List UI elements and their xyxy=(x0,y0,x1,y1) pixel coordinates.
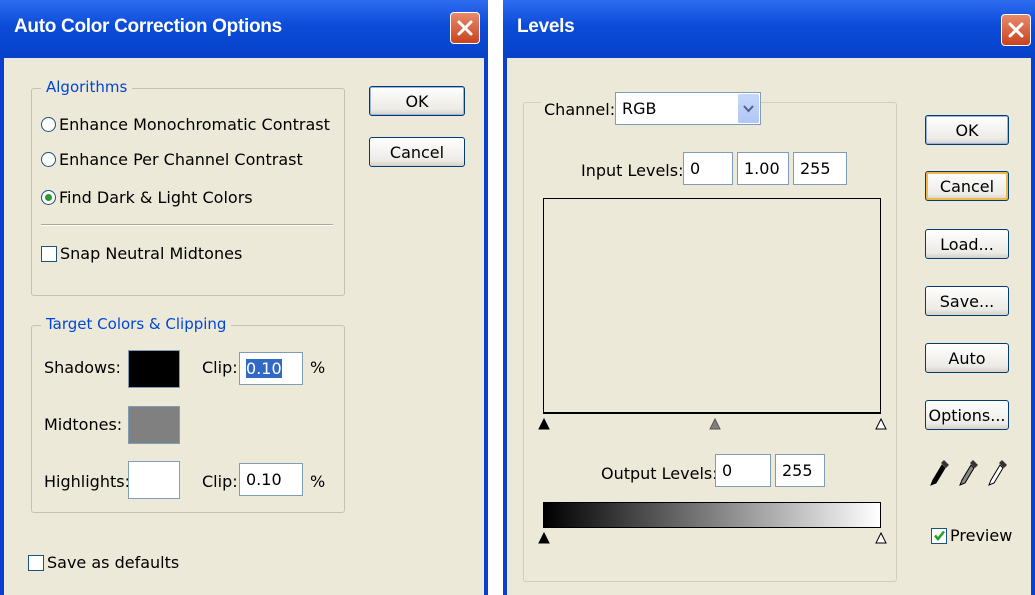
checkbox-label: Preview xyxy=(950,526,1013,545)
highlights-clip-label: Clip: xyxy=(202,472,238,491)
radio-button[interactable] xyxy=(41,117,56,132)
gamma-slider[interactable] xyxy=(709,418,721,430)
highlights-color-swatch[interactable] xyxy=(128,461,180,499)
percent-label: % xyxy=(310,472,326,491)
selected-text: .10 xyxy=(256,359,282,378)
save-as-defaults-checkbox[interactable]: Save as defaults xyxy=(28,553,179,572)
checkmark-icon xyxy=(933,530,945,541)
options-button[interactable]: Options... xyxy=(925,400,1009,430)
title-bar: Levels xyxy=(503,0,1035,58)
radio-button[interactable] xyxy=(41,152,56,167)
save-button[interactable]: Save... xyxy=(925,286,1009,316)
radio-label: Find Dark & Light Colors xyxy=(59,188,253,207)
dialog-title: Auto Color Correction Options xyxy=(14,16,282,37)
radio-label: Enhance Per Channel Contrast xyxy=(59,150,303,169)
close-button[interactable] xyxy=(1001,14,1031,46)
auto-button[interactable]: Auto xyxy=(925,343,1009,373)
gray-eyedropper-icon[interactable] xyxy=(958,458,980,488)
preview-checkbox[interactable]: Preview xyxy=(931,526,1012,545)
black-point-slider[interactable] xyxy=(538,418,550,430)
output-gradient-bar xyxy=(543,502,881,528)
target-colors-legend: Target Colors & Clipping xyxy=(41,315,232,333)
channel-select[interactable]: RGB xyxy=(615,92,761,125)
shadows-clip-label: Clip: xyxy=(202,358,238,377)
shadows-clip-input[interactable]: 0.10 xyxy=(239,352,303,385)
output-black-slider[interactable] xyxy=(538,532,550,544)
output-black-field[interactable]: 0 xyxy=(715,454,771,487)
channel-value: RGB xyxy=(622,99,657,118)
input-white-field[interactable]: 255 xyxy=(793,152,847,185)
black-eyedropper-icon[interactable] xyxy=(929,458,951,488)
percent-label: % xyxy=(310,358,326,377)
chevron-down-icon[interactable] xyxy=(738,94,759,123)
checkbox[interactable] xyxy=(28,554,44,571)
title-bar: Auto Color Correction Options xyxy=(0,0,488,58)
output-white-slider[interactable] xyxy=(875,532,887,544)
close-button[interactable] xyxy=(450,12,480,44)
radio-selected-dot xyxy=(45,194,52,201)
highlights-label: Highlights: xyxy=(44,472,130,491)
checkbox-label: Save as defaults xyxy=(47,553,180,572)
input-gamma-field[interactable]: 1.00 xyxy=(737,152,789,185)
radio-label: Enhance Monochromatic Contrast xyxy=(59,115,330,134)
checkbox-checked[interactable] xyxy=(931,527,947,544)
white-eyedropper-icon[interactable] xyxy=(987,458,1009,488)
levels-dialog: Levels Channel: RGB Input Levels: 0 1.00… xyxy=(503,0,1035,595)
checkbox[interactable] xyxy=(41,245,57,262)
radio-button-selected[interactable] xyxy=(41,190,56,205)
close-icon xyxy=(457,20,473,36)
radio-enhance-per-channel[interactable]: Enhance Per Channel Contrast xyxy=(41,150,303,169)
histogram xyxy=(543,198,881,414)
auto-color-correction-dialog: Auto Color Correction Options Algorithms… xyxy=(0,0,488,595)
ok-button[interactable]: OK xyxy=(369,86,465,116)
midtones-label: Midtones: xyxy=(44,415,123,434)
channel-label: Channel: xyxy=(541,100,619,119)
selected-text: 0 xyxy=(246,359,257,378)
input-levels-label: Input Levels: xyxy=(581,161,684,180)
cancel-button[interactable]: Cancel xyxy=(925,171,1009,201)
radio-enhance-monochromatic[interactable]: Enhance Monochromatic Contrast xyxy=(41,115,330,134)
checkbox-label: Snap Neutral Midtones xyxy=(60,244,243,263)
ok-button[interactable]: OK xyxy=(925,115,1009,145)
radio-find-dark-light[interactable]: Find Dark & Light Colors xyxy=(41,188,253,207)
shadows-label: Shadows: xyxy=(44,358,121,377)
histogram-baseline xyxy=(543,412,881,414)
shadows-color-swatch[interactable] xyxy=(128,350,180,388)
close-icon xyxy=(1008,22,1024,38)
load-button[interactable]: Load... xyxy=(925,229,1009,259)
algorithms-legend: Algorithms xyxy=(41,78,133,96)
dialog-title: Levels xyxy=(517,16,575,37)
white-point-slider[interactable] xyxy=(875,418,887,430)
output-levels-label: Output Levels: xyxy=(601,464,718,483)
cancel-button[interactable]: Cancel xyxy=(369,137,465,167)
snap-neutral-midtones-checkbox[interactable]: Snap Neutral Midtones xyxy=(41,244,242,263)
input-black-field[interactable]: 0 xyxy=(683,152,733,185)
output-white-field[interactable]: 255 xyxy=(775,454,825,487)
separator xyxy=(41,224,333,226)
highlights-clip-input[interactable]: 0.10 xyxy=(239,463,303,496)
midtones-color-swatch[interactable] xyxy=(128,406,180,444)
